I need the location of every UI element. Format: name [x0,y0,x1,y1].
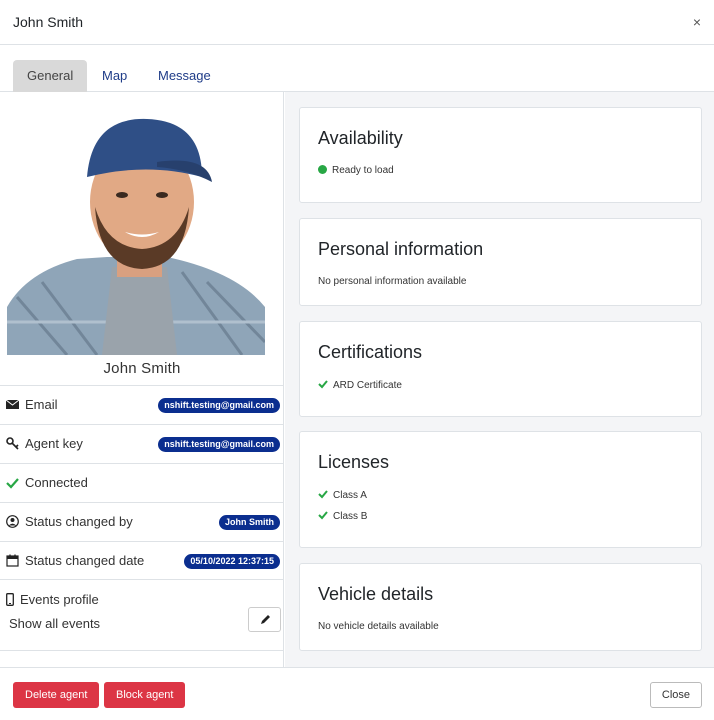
personal-info-card: Personal information No personal informa… [299,218,702,306]
status-changed-date-row: Status changed date 05/10/2022 12:37:15 [0,541,284,580]
close-icon[interactable]: × [693,14,701,30]
agent-key-row: Agent key nshift.testing@gmail.com [0,424,284,463]
agent-profile-panel: John Smith Email nshift.testing@gmail.co… [0,92,284,667]
personal-info-text: No personal information available [318,276,467,287]
check-icon [318,511,328,520]
certification-item-text: ARD Certificate [333,380,402,391]
delete-agent-button[interactable]: Delete agent [13,682,100,708]
connected-label: Connected [25,475,88,490]
connected-row: Connected [0,463,284,502]
certification-item: ARD Certificate [318,379,402,391]
status-changed-date-label: Status changed date [25,553,145,568]
email-value: nshift.testing@gmail.com [158,398,280,413]
vehicle-details-text: No vehicle details available [318,621,439,632]
mobile-icon [6,593,14,606]
availability-status-text: Ready to load [332,165,394,176]
license-item-text: Class B [333,511,368,522]
details-panel: Availability Ready to load Personal info… [285,92,714,667]
status-changed-date-value: 05/10/2022 12:37:15 [184,554,280,569]
vehicle-details-title: Vehicle details [318,584,434,604]
status-dot-icon [318,165,327,174]
dialog-footer: Delete agent Block agent Close [0,667,714,720]
events-profile-section: Events profile Show all events [0,579,284,651]
vehicle-details-card: Vehicle details No vehicle details avail… [299,563,702,651]
license-item: Class A [318,489,367,501]
agent-name: John Smith [103,360,181,377]
certifications-title: Certifications [318,342,423,362]
tab-map[interactable]: Map [88,60,141,92]
events-profile-label: Events profile [20,592,99,607]
licenses-title: Licenses [318,452,390,472]
license-item: Class B [318,510,367,522]
agent-key-label: Agent key [25,436,83,451]
edit-events-button[interactable] [248,607,281,632]
dialog-title: John Smith [13,14,84,30]
certifications-card: Certifications ARD Certificate [299,321,702,417]
key-icon [6,437,19,450]
calendar-icon [6,554,19,567]
tab-message[interactable]: Message [144,60,225,92]
block-agent-button[interactable]: Block agent [104,682,186,708]
status-changed-by-label: Status changed by [25,514,133,529]
close-button[interactable]: Close [649,682,702,708]
agent-key-value: nshift.testing@gmail.com [158,437,280,452]
status-changed-by-row: Status changed by John Smith [0,502,284,541]
status-changed-by-value: John Smith [219,515,280,530]
license-item-text: Class A [333,490,367,501]
pencil-icon [261,615,270,624]
check-icon [318,380,328,389]
email-row: Email nshift.testing@gmail.com [0,385,284,424]
licenses-card: Licenses Class A Class B [299,431,702,548]
show-all-events-link[interactable]: Show all events [9,616,100,631]
envelope-icon [6,399,19,409]
agent-photo [7,107,265,355]
check-icon [318,490,328,499]
dialog-header: John Smith × [0,0,714,45]
check-icon [6,478,19,489]
tab-bar: General Map Message [0,45,714,92]
personal-info-title: Personal information [318,239,484,259]
email-label: Email [25,397,58,412]
availability-status: Ready to load [318,165,394,176]
availability-title: Availability [318,128,403,148]
tab-general[interactable]: General [13,60,88,92]
availability-card: Availability Ready to load [299,107,702,203]
user-circle-icon [6,515,19,528]
